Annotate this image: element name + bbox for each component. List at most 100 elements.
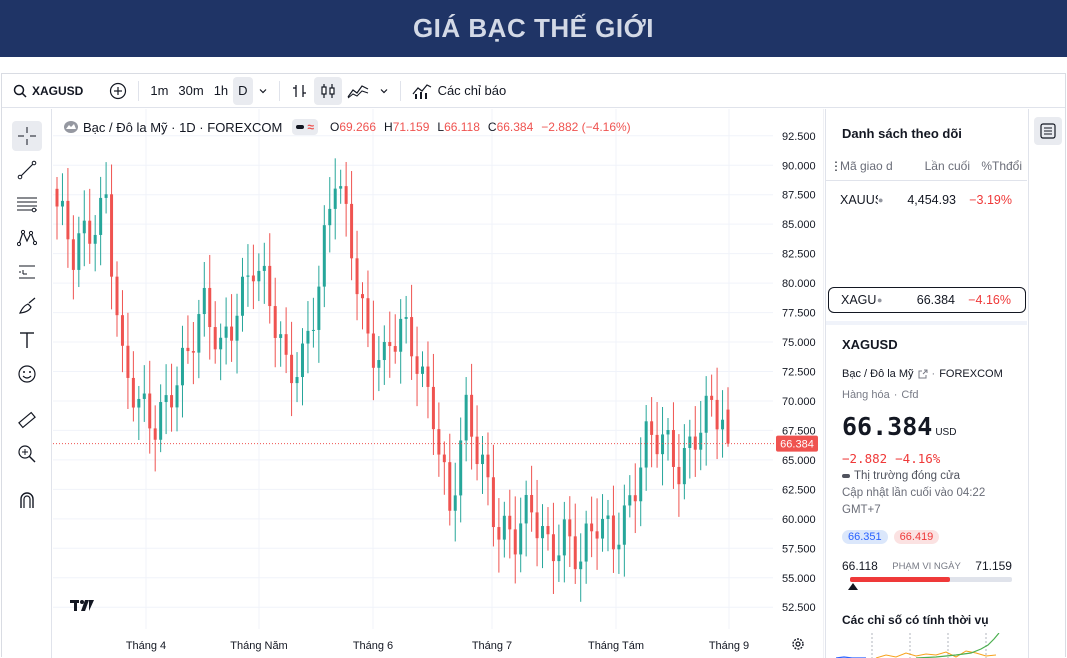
candle-body [350, 203, 354, 259]
emoji-tool[interactable] [12, 359, 42, 389]
ask-badge: 66.419 [893, 530, 940, 544]
price-chart[interactable]: 92.500 90.000 87.500 85.000 82.500 80.000 77.5… [53, 109, 824, 658]
bars-icon [292, 84, 306, 97]
candle-body [371, 333, 375, 368]
right-sidebar [1028, 109, 1066, 658]
market-status-badge[interactable]: ≈ [292, 119, 318, 135]
candle-body [562, 519, 566, 556]
row-change: −3.19% [969, 193, 1012, 207]
candles-icon [320, 83, 335, 98]
candle-body [595, 531, 599, 539]
candle-body [230, 326, 234, 341]
candle-body [584, 523, 588, 562]
external-link-icon[interactable] [918, 369, 928, 379]
candle-body [208, 287, 212, 328]
candle-body [60, 200, 64, 207]
candle-body [421, 366, 425, 374]
bar-chart-button[interactable] [286, 77, 314, 105]
drag-handle-icon: ⋮ [830, 159, 842, 173]
chart-canvas[interactable]: 92.500 90.000 87.500 85.000 82.500 80.000 77.5… [53, 109, 824, 658]
magnet-tool[interactable] [12, 485, 42, 515]
text-icon [20, 332, 34, 348]
x-tick-label: Tháng Năm [230, 640, 287, 652]
candle-body [240, 276, 244, 316]
candle-body [120, 315, 124, 346]
col-change[interactable]: %Thđổi [970, 159, 1022, 173]
watchlist-toggle[interactable] [1034, 117, 1062, 145]
candle-body [88, 220, 92, 244]
crosshair-tool[interactable] [12, 121, 42, 151]
pattern-tool[interactable] [12, 223, 42, 253]
candle-body [661, 434, 665, 455]
candle-body [442, 454, 446, 463]
compare-button[interactable] [104, 77, 132, 105]
bid-ask-row: 66.351 66.419 [842, 530, 940, 544]
candle-body [557, 555, 561, 562]
candle-body [186, 347, 190, 352]
indicators-button[interactable]: Các chỉ báo [407, 77, 512, 105]
candle-body [71, 239, 75, 270]
chart-type-dropdown[interactable] [374, 77, 394, 105]
candle-body [671, 430, 675, 467]
interval-1h[interactable]: 1h [209, 77, 233, 105]
candle-body [541, 526, 545, 539]
candle-body [486, 454, 490, 478]
candle-body [153, 428, 157, 440]
col-symbol[interactable]: Mã giao d [840, 159, 910, 173]
status-dot-icon: ● [878, 195, 884, 205]
candle-body [459, 440, 463, 496]
interval-1d[interactable]: D [233, 76, 253, 105]
symbol-search[interactable]: XAGUSD [8, 77, 88, 105]
detail-category: Hàng hóa [842, 389, 890, 401]
interval-dropdown[interactable] [253, 77, 273, 105]
detail-name[interactable]: Bạc / Đô la Mỹ [842, 368, 914, 380]
market-status-text: Thị trường đóng cửa [854, 470, 961, 482]
seasonal-chart[interactable] [836, 633, 1021, 658]
tradingview-logo[interactable] [69, 597, 95, 617]
candle-body [404, 317, 408, 319]
watchlist-row-selected[interactable]: XAGUSD ● 66.384 −4.16% [828, 287, 1026, 313]
candle-body [606, 515, 610, 519]
area-chart-button[interactable] [342, 77, 374, 105]
text-tool[interactable] [12, 325, 42, 355]
interval-1m[interactable]: 1m [145, 77, 173, 105]
candle-body [148, 393, 152, 429]
candle-body [579, 561, 583, 570]
legend-high: H71.159 [384, 120, 430, 134]
range-bar [850, 577, 1012, 582]
detail-price-row: 66.384 USD [842, 412, 956, 441]
candle-body [393, 346, 397, 352]
candle-body [104, 194, 108, 198]
brush-tool[interactable] [12, 291, 42, 321]
interval-30m[interactable]: 30m [173, 77, 208, 105]
measure-tool[interactable] [12, 405, 42, 435]
candle-body [262, 265, 266, 271]
zoom-tool[interactable] [12, 439, 42, 469]
candle-body [644, 421, 648, 468]
detail-change: −2.882 [842, 451, 888, 466]
candle-body [464, 394, 468, 441]
candle-body [453, 495, 457, 511]
candles-chart-button[interactable] [313, 76, 342, 105]
y-tick-label: 82.500 [782, 249, 816, 261]
status-dot-icon: ● [877, 295, 883, 305]
candle-body [322, 225, 326, 287]
watchlist-row[interactable]: XAUUSD ● 4,454.93 −3.19% [828, 187, 1024, 213]
candle-body [159, 402, 163, 440]
candle-body [666, 430, 670, 435]
forecast-tool[interactable] [12, 257, 42, 287]
candle-body [290, 354, 294, 384]
tradingview-logo-icon [70, 600, 94, 611]
top-toolbar: XAGUSD 1m 30m 1h D Các chỉ báo [2, 74, 1065, 108]
candle-body [115, 276, 119, 316]
candle-body [268, 265, 272, 307]
fib-tool[interactable] [12, 189, 42, 219]
col-last[interactable]: Lần cuối [910, 159, 970, 173]
settings-button[interactable] [791, 637, 805, 656]
candle-body [311, 329, 315, 331]
y-tick-label: 72.500 [782, 367, 816, 379]
candle-body [273, 306, 277, 338]
candle-body [682, 447, 686, 485]
pattern-icon [17, 229, 37, 247]
trendline-tool[interactable] [12, 155, 42, 185]
